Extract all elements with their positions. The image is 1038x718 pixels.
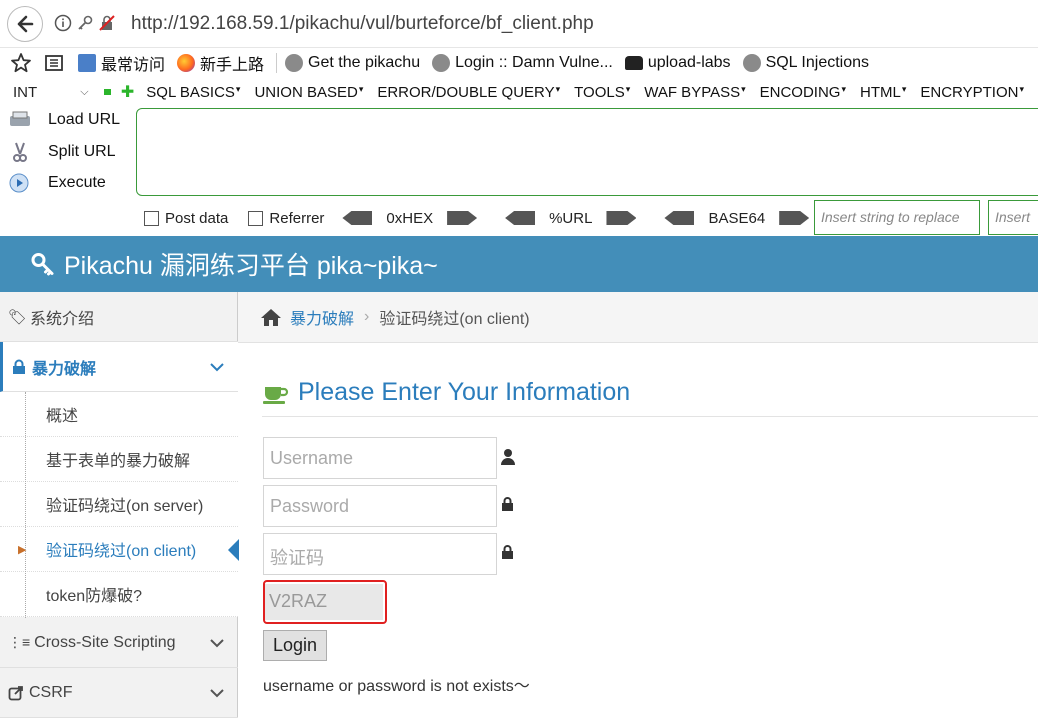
sidebar-item-intro[interactable]: 🏷 系统介绍 xyxy=(0,292,238,342)
hex-decode-arrow-icon[interactable] xyxy=(342,211,373,225)
type-select[interactable]: INT ⌵ xyxy=(6,81,96,103)
browser-url-bar: http://192.168.59.1/pikachu/vul/burtefor… xyxy=(0,0,1038,48)
active-pointer-icon xyxy=(228,539,239,561)
menu-sql-basics[interactable]: SQL BASICS xyxy=(146,84,240,101)
load-url-button[interactable]: Load URL xyxy=(8,110,120,130)
site-info-icons[interactable] xyxy=(54,14,116,32)
reader-icon[interactable] xyxy=(44,53,64,73)
list-tree-icon: ⋮≡ xyxy=(8,634,31,650)
username-input[interactable]: Username xyxy=(263,437,497,479)
bookmark-sql-injections[interactable]: SQL Injections xyxy=(742,54,869,72)
home-icon[interactable] xyxy=(260,307,282,327)
form-title: Please Enter Your Information xyxy=(262,378,630,407)
back-button[interactable] xyxy=(7,6,43,42)
globe-icon xyxy=(432,54,451,72)
title-divider xyxy=(262,416,1038,417)
url-decode-arrow-icon[interactable] xyxy=(505,211,536,225)
insecure-lock-icon xyxy=(99,15,115,31)
menu-html[interactable]: HTML xyxy=(860,84,906,101)
hackbar-url-textarea[interactable] xyxy=(136,108,1038,196)
hex-encode-arrow-icon[interactable] xyxy=(447,211,478,225)
login-message: username or password is not exists～ xyxy=(263,678,530,695)
bookmark-pikachu[interactable]: Get the pikachu xyxy=(285,54,420,72)
firefox-icon xyxy=(177,54,196,72)
scissors-icon xyxy=(13,142,27,162)
url-encoder: %URL xyxy=(505,210,637,227)
coffee-cup-icon xyxy=(263,386,289,404)
chevron-down-icon xyxy=(210,635,224,651)
sidebar-item-csrf[interactable]: CSRF xyxy=(0,668,238,718)
split-url-button[interactable]: Split URL xyxy=(8,141,116,163)
increase-icon[interactable]: ✚ xyxy=(121,82,134,102)
site-title: Pikachu 漏洞练习平台 pika~pika~ xyxy=(64,252,438,280)
menu-tools[interactable]: TOOLS xyxy=(574,84,630,101)
breadcrumb-current: 验证码绕过(on client) xyxy=(379,311,530,328)
menu-waf-bypass[interactable]: WAF BYPASS xyxy=(644,84,745,101)
sidebar: 🏷 系统介绍 暴力破解 概述 基于表单的暴力破解 验证码绕过(on server… xyxy=(0,292,239,718)
arrow-left-icon xyxy=(17,15,34,33)
sidebar-sub-captcha-server[interactable]: 验证码绕过(on server) xyxy=(0,482,238,527)
referrer-label: Referrer xyxy=(269,209,325,227)
captcha-input[interactable]: 验证码 xyxy=(263,533,497,575)
chevron-down-icon: ⌵ xyxy=(80,85,89,98)
bookmark-separator xyxy=(276,53,278,73)
menu-error-double-query[interactable]: ERROR/DOUBLE QUERY xyxy=(377,84,560,101)
bookmark-upload-labs[interactable]: upload-labs xyxy=(624,54,731,72)
menu-encryption[interactable]: ENCRYPTION xyxy=(920,84,1024,101)
breadcrumb: 暴力破解 › 验证码绕过(on client) xyxy=(238,292,1038,343)
lock-icon xyxy=(13,359,25,374)
breadcrumb-separator-icon: › xyxy=(364,308,370,325)
captcha-highlight xyxy=(263,580,387,624)
site-header: Pikachu 漏洞练习平台 pika~pika~ xyxy=(0,236,1038,292)
menu-encoding[interactable]: ENCODING xyxy=(760,84,846,101)
bookmark-most-visited[interactable]: 最常访问 xyxy=(78,51,165,75)
sidebar-sub-overview[interactable]: 概述 xyxy=(0,392,238,437)
hackbar-menu: INT ⌵ ✚ SQL BASICS UNION BASED ERROR/DOU… xyxy=(0,79,1038,105)
key-icon xyxy=(78,15,93,30)
lock-icon xyxy=(502,497,513,511)
breadcrumb-link-brute-force[interactable]: 暴力破解 xyxy=(290,305,354,329)
tags-icon: 🏷 xyxy=(8,308,28,326)
history-icon xyxy=(78,54,96,72)
login-button[interactable]: Login xyxy=(263,630,327,661)
sidebar-sub-captcha-client[interactable]: ▶ 验证码绕过(on client) xyxy=(0,527,239,572)
execute-button[interactable]: Execute xyxy=(8,172,106,194)
sidebar-sub-token[interactable]: token防爆破? xyxy=(0,572,238,617)
base64-decode-arrow-icon[interactable] xyxy=(664,211,695,225)
chevron-down-icon xyxy=(210,359,224,375)
url-input[interactable]: http://192.168.59.1/pikachu/vul/burtefor… xyxy=(131,13,594,35)
replace-string-input[interactable]: Insert string to replace xyxy=(814,200,980,235)
decrease-icon[interactable] xyxy=(103,89,111,95)
load-url-icon xyxy=(10,111,30,126)
post-data-label: Post data xyxy=(165,209,229,227)
car-icon xyxy=(624,56,643,70)
password-input[interactable]: Password xyxy=(263,485,497,527)
chevron-down-icon xyxy=(210,685,224,701)
post-data-checkbox[interactable] xyxy=(144,210,159,226)
play-icon xyxy=(9,173,29,193)
key-icon xyxy=(31,253,54,276)
base64-encoder: BASE64 xyxy=(664,210,810,227)
menu-union-based[interactable]: UNION BASED xyxy=(254,84,363,101)
url-encode-arrow-icon[interactable] xyxy=(606,211,637,225)
referrer-checkbox[interactable] xyxy=(248,210,264,226)
replace-with-input[interactable]: Insert xyxy=(988,200,1038,235)
hex-encoder: 0xHEX xyxy=(342,210,478,227)
lock-icon xyxy=(502,545,513,559)
sidebar-sub-form-brute-force[interactable]: 基于表单的暴力破解 xyxy=(0,437,238,482)
bookmark-dvwa[interactable]: Login :: Damn Vulne... xyxy=(432,54,613,72)
globe-icon xyxy=(285,54,304,72)
hackbar-actions: Load URL Split URL Execute xyxy=(0,106,132,198)
share-square-icon xyxy=(8,685,23,700)
base64-encode-arrow-icon[interactable] xyxy=(779,211,810,225)
user-icon xyxy=(501,449,515,465)
sidebar-item-xss[interactable]: ⋮≡ Cross-Site Scripting xyxy=(0,618,238,668)
sidebar-item-brute-force[interactable]: 暴力破解 xyxy=(0,342,238,392)
bookmark-getting-started[interactable]: 新手上路 xyxy=(177,51,264,75)
info-icon xyxy=(54,14,72,32)
submenu-guide-line xyxy=(25,392,26,618)
globe-icon xyxy=(742,54,761,72)
star-icon[interactable] xyxy=(10,52,32,74)
bookmarks-bar: 最常访问 新手上路 Get the pikachu Login :: Damn … xyxy=(0,48,1038,78)
